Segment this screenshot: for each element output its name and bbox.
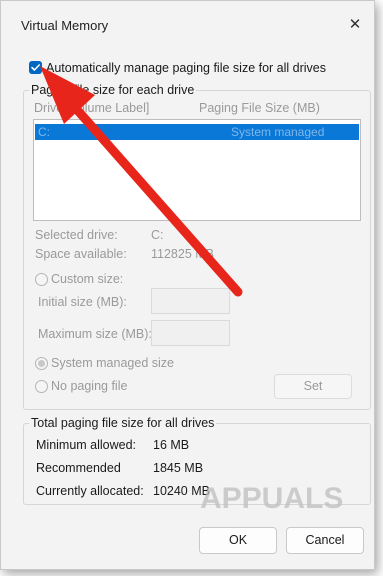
title-bar: Virtual Memory ✕ <box>1 1 374 45</box>
size-cell: System managed <box>231 125 325 139</box>
system-managed-radio[interactable] <box>35 357 48 370</box>
drive-cell: C: <box>38 125 50 139</box>
space-available-label: Space available: <box>35 247 127 261</box>
set-button[interactable]: Set <box>274 374 352 399</box>
drive-list[interactable]: C: System managed <box>33 119 361 221</box>
maximum-size-input[interactable] <box>151 320 230 346</box>
auto-manage-label: Automatically manage paging file size fo… <box>46 61 326 75</box>
no-paging-file-radio[interactable] <box>35 380 48 393</box>
initial-size-input[interactable] <box>151 288 230 314</box>
currently-allocated-label: Currently allocated: <box>36 484 144 498</box>
close-icon[interactable]: ✕ <box>345 15 365 35</box>
totals-legend: Total paging file size for all drives <box>29 416 217 430</box>
maximum-size-label: Maximum size (MB): <box>38 327 152 341</box>
selected-drive-label: Selected drive: <box>35 228 118 242</box>
ok-button[interactable]: OK <box>199 527 277 554</box>
drive-list-row[interactable]: C: System managed <box>35 124 359 140</box>
window-title: Virtual Memory <box>21 18 109 33</box>
recommended-value: 1845 MB <box>153 461 204 475</box>
system-managed-label: System managed size <box>51 356 174 370</box>
minimum-allowed-label: Minimum allowed: <box>36 438 137 452</box>
space-available-value: 112825 MB <box>151 247 215 261</box>
initial-size-label: Initial size (MB): <box>38 295 127 309</box>
appuals-watermark: APPUALS <box>200 482 343 515</box>
custom-size-label: Custom size: <box>51 272 124 286</box>
minimum-allowed-value: 16 MB <box>153 438 190 452</box>
no-paging-file-label: No paging file <box>51 379 128 393</box>
svg-text:APPUALS: APPUALS <box>200 482 343 515</box>
recommended-label: Recommended <box>36 461 121 475</box>
selected-drive-value: C: <box>151 228 164 242</box>
per-drive-legend: Paging file size for each drive <box>29 83 197 97</box>
column-header-drive[interactable]: Drive [Volume Label] <box>34 101 149 115</box>
auto-manage-checkbox[interactable] <box>29 61 42 74</box>
checkmark-icon <box>31 64 40 71</box>
cancel-button[interactable]: Cancel <box>286 527 364 554</box>
column-header-size[interactable]: Paging File Size (MB) <box>199 101 320 115</box>
custom-size-radio[interactable] <box>35 273 48 286</box>
